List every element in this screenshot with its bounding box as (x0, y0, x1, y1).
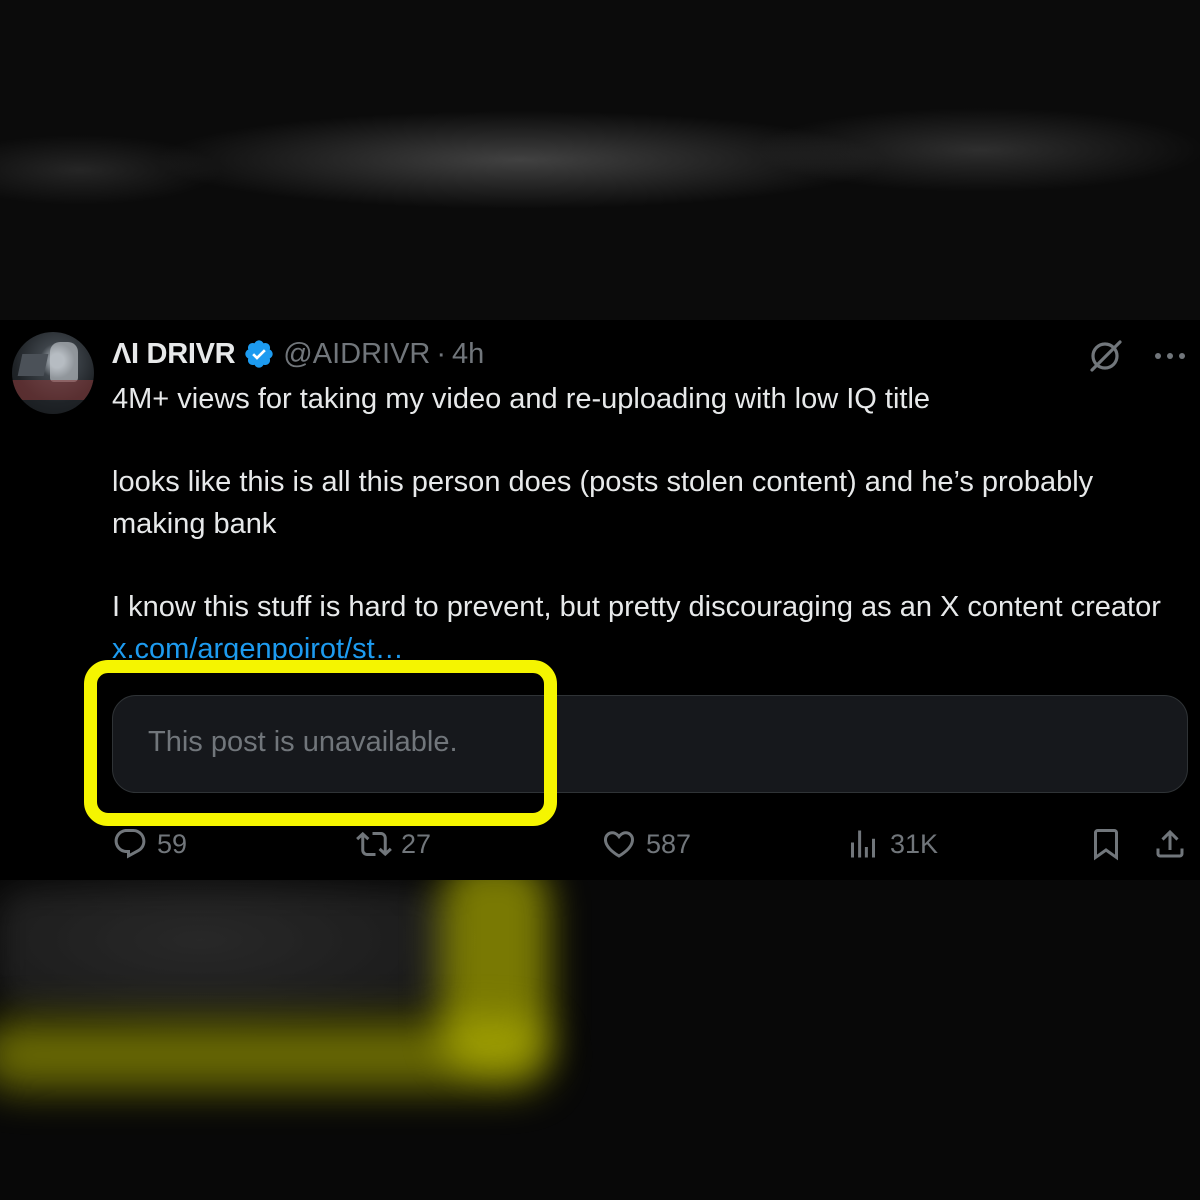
tweet-body: 4M+ views for taking my video and re-upl… (112, 378, 1187, 670)
share-icon (1152, 826, 1188, 862)
separator-dot: · (436, 337, 447, 370)
like-button[interactable]: 587 (601, 820, 691, 868)
tweet-text-line: 4M+ views for taking my video and re-upl… (112, 383, 931, 415)
reply-icon (112, 826, 148, 862)
tweet-text-span: I know this stuff is hard to prevent, bu… (112, 591, 1161, 623)
views-count: 31K (890, 828, 939, 859)
share-button[interactable] (1152, 820, 1188, 868)
tweet-text-line: I know this stuff is hard to prevent, bu… (112, 586, 1187, 670)
tweet-text-line: looks like this is all this person does … (112, 466, 1094, 540)
repost-count: 27 (401, 828, 432, 859)
tweet-header: ΛI DRIVR @AIDRIVR · 4h (112, 336, 484, 372)
grok-icon[interactable] (1086, 336, 1126, 376)
repost-button[interactable]: 27 (356, 820, 431, 868)
like-icon (601, 826, 637, 862)
bookmark-button[interactable] (1088, 820, 1124, 868)
tweet-top-actions (1086, 336, 1188, 376)
user-handle[interactable]: @AIDRIVR (283, 338, 430, 371)
bookmark-icon (1088, 826, 1124, 862)
more-options-icon[interactable] (1152, 338, 1188, 374)
repost-icon (356, 826, 392, 862)
reply-count: 59 (157, 828, 188, 859)
views-button[interactable]: 31K (845, 820, 938, 868)
avatar[interactable] (12, 332, 94, 414)
blurred-background-top (0, 0, 1200, 320)
display-name[interactable]: ΛI DRIVR (112, 338, 236, 371)
verified-badge-icon[interactable] (243, 338, 275, 370)
tweet-actions-bar: 59 27 587 31K (112, 820, 1190, 868)
blurred-background-bottom (0, 880, 1200, 1200)
yellow-highlight-box (84, 660, 557, 826)
timestamp[interactable]: 4h (452, 338, 484, 371)
views-icon (845, 826, 881, 862)
reply-button[interactable]: 59 (112, 820, 187, 868)
like-count: 587 (646, 828, 692, 859)
